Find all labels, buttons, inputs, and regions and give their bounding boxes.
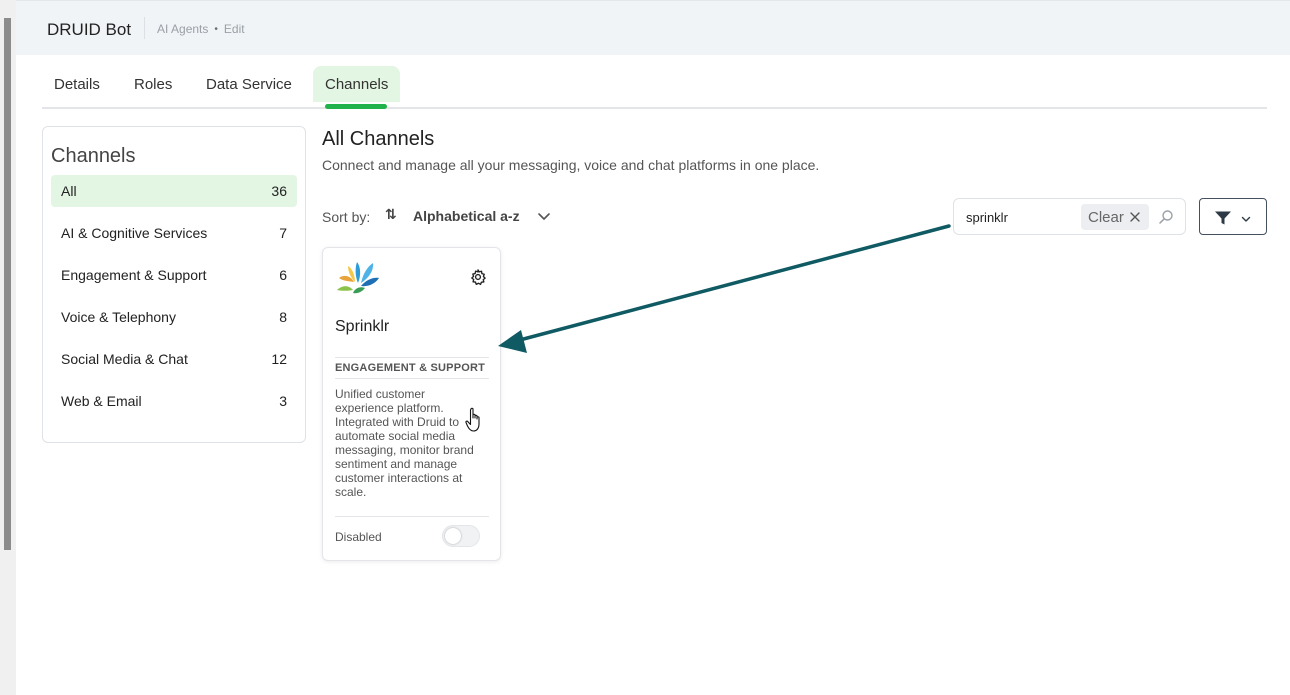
sort-label: Sort by: [322,209,371,225]
app-title: DRUID Bot [47,20,132,39]
breadcrumb-edit: Edit [223,22,245,36]
tab-details[interactable]: Details [42,66,112,102]
card-divider [335,357,489,358]
sort-dropdown[interactable]: Alphabetical a-z [413,208,520,224]
filter-icon [1215,211,1231,225]
category-count: 6 [279,267,287,283]
category-voice-telephony[interactable]: Voice & Telephony 8 [51,301,297,333]
breadcrumb: AI Agents • Edit [157,22,245,36]
sprinklr-logo-icon [337,262,379,294]
top-bar: DRUID Bot AI Agents • Edit [16,0,1290,55]
breadcrumb-separator [144,17,145,39]
enable-toggle[interactable] [442,525,480,547]
active-tab-indicator [325,104,387,109]
category-count: 36 [271,183,287,199]
close-icon [1130,212,1140,222]
tab-channels[interactable]: Channels [313,66,401,102]
channel-name: Sprinklr [335,318,390,335]
category-count: 8 [279,309,287,325]
channel-status: Disabled [335,530,382,544]
category-social-media-chat[interactable]: Social Media & Chat 12 [51,343,297,375]
tab-roles[interactable]: Roles [122,66,184,102]
category-label: Voice & Telephony [61,309,176,325]
search-icon[interactable] [1158,209,1174,225]
category-label: AI & Cognitive Services [61,225,208,241]
category-count: 3 [279,393,287,409]
card-divider [335,516,489,517]
tab-data-service[interactable]: Data Service [194,66,304,102]
sort-az-icon[interactable]: ⇅ [385,206,397,223]
search-input[interactable]: sprinklr [966,210,1008,225]
category-label: Engagement & Support [61,267,207,283]
category-all[interactable]: All 36 [51,175,297,207]
hand-cursor-icon [465,407,480,432]
page-subtitle: Connect and manage all your messaging, v… [322,157,820,173]
category-engagement-support[interactable]: Engagement & Support 6 [51,259,297,291]
category-label: All [61,183,77,199]
toggle-knob [445,528,461,544]
scrollbar-handle[interactable] [4,18,11,550]
breadcrumb-ai-agents[interactable]: AI Agents [157,22,208,36]
clear-search-button[interactable]: Clear [1081,204,1149,230]
category-label: Web & Email [61,393,142,409]
breadcrumb-dot: • [214,23,218,35]
card-divider [335,378,489,379]
category-label: Social Media & Chat [61,351,188,367]
filter-button[interactable] [1199,198,1267,235]
tab-bar: Details Roles Data Service Channels [42,66,1267,109]
category-web-email[interactable]: Web & Email 3 [51,385,297,417]
channel-description: Unified customer experience platform. In… [335,387,474,499]
chevron-down-icon [1241,216,1251,222]
clear-label: Clear [1088,208,1124,226]
category-count: 12 [271,351,287,367]
channels-category-panel: Channels All 36 AI & Cognitive Services … [42,126,306,443]
category-ai-cognitive-services[interactable]: AI & Cognitive Services 7 [51,217,297,249]
panel-title: Channels [51,145,136,167]
channel-card-sprinklr[interactable]: Sprinklr ENGAGEMENT & SUPPORT Unified cu… [322,247,501,561]
chevron-down-icon[interactable] [536,208,552,224]
search-box[interactable]: sprinklr Clear [953,198,1186,235]
channel-category: ENGAGEMENT & SUPPORT [335,362,486,374]
category-count: 7 [279,225,287,241]
page-title: All Channels [322,128,435,150]
gear-icon[interactable] [469,268,487,286]
